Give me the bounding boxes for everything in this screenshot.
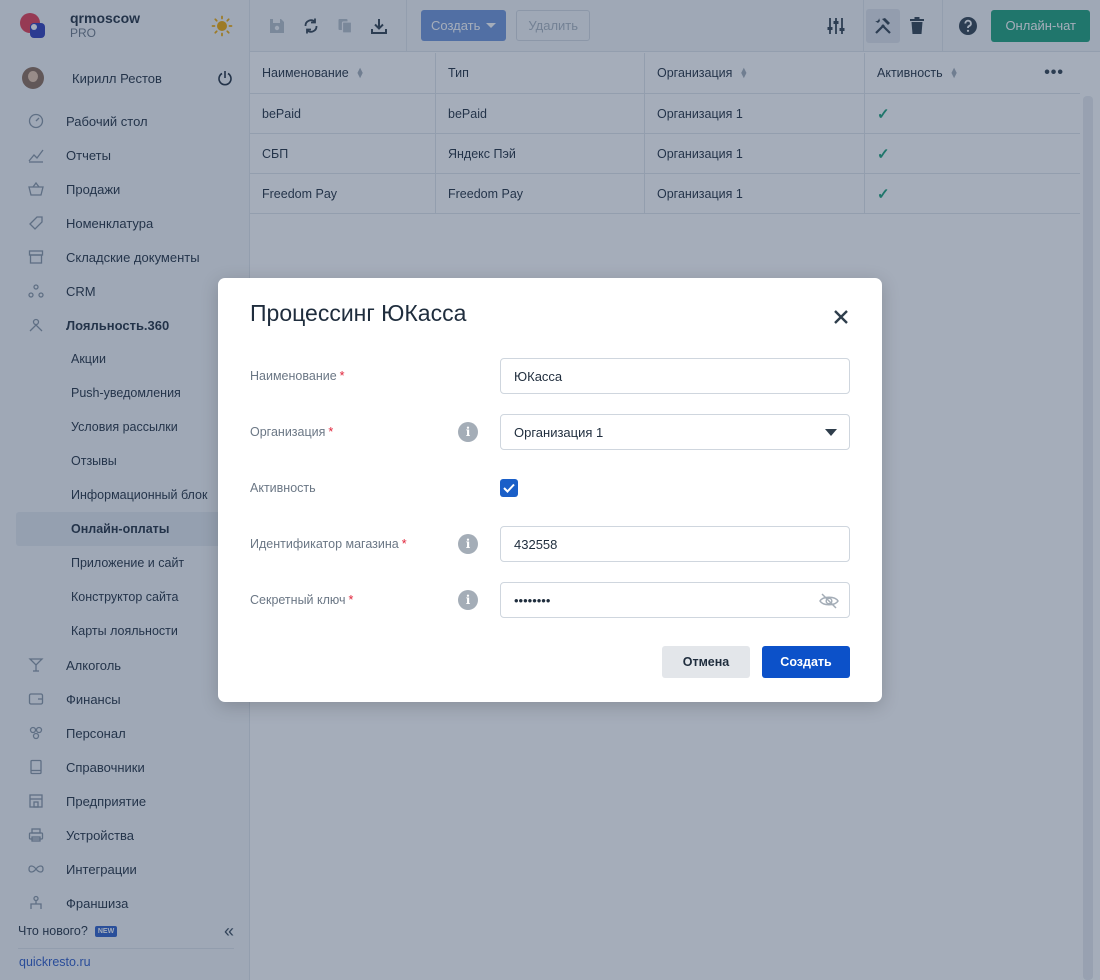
required-mark: * xyxy=(348,593,354,607)
name-input[interactable]: ЮКасса xyxy=(500,358,850,394)
label-text: Организация xyxy=(250,425,326,439)
info-icon[interactable]: i xyxy=(458,534,478,554)
required-mark: * xyxy=(401,537,407,551)
close-icon[interactable] xyxy=(830,306,852,328)
info-icon[interactable]: i xyxy=(458,590,478,610)
secret-label: Секретный ключ * xyxy=(250,593,450,607)
secret-key-input[interactable]: •••••••• xyxy=(500,582,850,618)
required-mark: * xyxy=(339,369,345,383)
name-label: Наименование * xyxy=(250,369,450,383)
active-field-row: Активность xyxy=(250,470,850,506)
active-label: Активность xyxy=(250,481,316,495)
processing-modal: Процессинг ЮКасса Наименование * ЮКасса О… xyxy=(218,278,882,702)
org-field-row: Организация * i Организация 1 xyxy=(250,414,850,450)
chevron-down-icon xyxy=(825,429,837,436)
eye-off-icon[interactable] xyxy=(819,591,839,611)
org-select-value: Организация 1 xyxy=(514,424,604,440)
shop-id-label: Идентификатор магазина * xyxy=(250,537,450,551)
org-select[interactable]: Организация 1 xyxy=(500,414,850,450)
active-checkbox[interactable] xyxy=(500,479,518,497)
shop-id-input[interactable]: 432558 xyxy=(500,526,850,562)
secret-value: •••••••• xyxy=(514,592,551,608)
checkmark-icon xyxy=(503,483,515,493)
label-text: Секретный ключ xyxy=(250,593,346,607)
modal-title: Процессинг ЮКасса xyxy=(250,300,467,326)
label-text: Идентификатор магазина xyxy=(250,537,399,551)
secret-field-row: Секретный ключ * i •••••••• xyxy=(250,582,850,618)
shop-id-field-row: Идентификатор магазина * i 432558 xyxy=(250,526,850,562)
create-button[interactable]: Создать xyxy=(762,646,850,678)
name-field-row: Наименование * ЮКасса xyxy=(250,358,850,394)
org-label: Организация * xyxy=(250,425,450,439)
label-text: Наименование xyxy=(250,369,337,383)
cancel-button[interactable]: Отмена xyxy=(662,646,750,678)
info-icon[interactable]: i xyxy=(458,422,478,442)
required-mark: * xyxy=(328,425,334,439)
